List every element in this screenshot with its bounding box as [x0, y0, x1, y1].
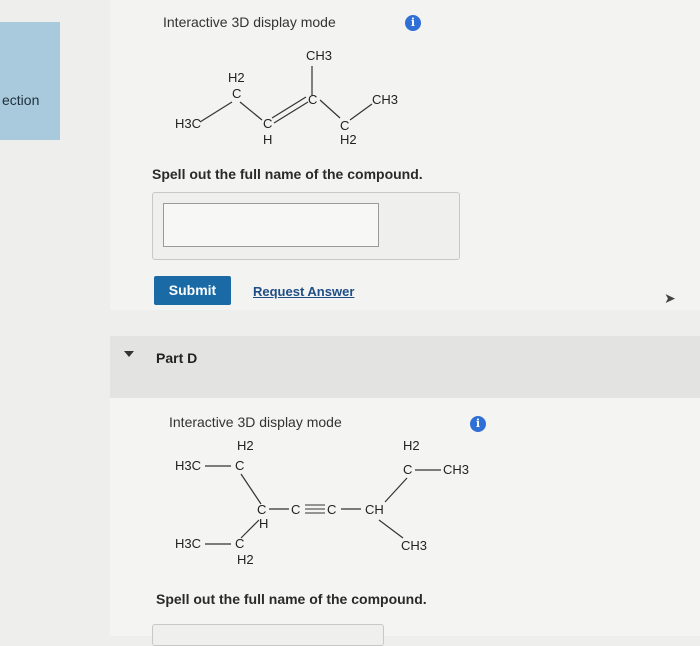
c-bl-label: C: [235, 536, 244, 551]
request-answer-link[interactable]: Request Answer: [253, 284, 354, 299]
triple-c2-label: C: [327, 502, 336, 517]
part-d-title: Part D: [156, 350, 198, 366]
chain-c-label: C: [257, 502, 266, 517]
ch3-br-label: CH3: [401, 538, 427, 553]
question-prompt: Spell out the full name of the compound.: [152, 166, 423, 182]
submit-button[interactable]: Submit: [154, 276, 231, 305]
c-left-label: C: [232, 86, 241, 101]
section-tab-label: ection: [2, 92, 40, 108]
h2-tr-label: H2: [403, 438, 420, 453]
h3c-bl-label: H3C: [175, 536, 201, 551]
ch3-right-label: CH3: [372, 92, 398, 107]
h3c-label: H3C: [175, 116, 201, 131]
c-tr-label: C: [403, 462, 412, 477]
cursor-icon: ➤: [664, 290, 676, 306]
display-mode-label-part-d[interactable]: Interactive 3D display mode: [169, 414, 342, 430]
triple-c-label: C: [291, 502, 300, 517]
chevron-down-icon[interactable]: [124, 351, 134, 357]
structure-diagram-part-d: H2 H3C C C H C C CH H2 C CH3 H3C C H2 CH…: [175, 438, 469, 567]
info-icon[interactable]: i: [405, 15, 421, 31]
c-tl-label: C: [235, 458, 244, 473]
ch3-top-label: CH3: [306, 48, 332, 63]
info-icon-part-d[interactable]: i: [470, 416, 486, 432]
h2-left-label: H2: [228, 70, 245, 85]
answer-container: [152, 192, 460, 260]
c-right-label: C: [308, 92, 317, 107]
section-tab[interactable]: ection: [0, 22, 60, 140]
ch-label: CH: [365, 502, 384, 517]
h3c-tl-label: H3C: [175, 458, 201, 473]
answer-container-part-d[interactable]: [152, 624, 384, 646]
h-chain-label: H: [259, 516, 268, 531]
question-prompt-part-d: Spell out the full name of the compound.: [156, 591, 427, 607]
h2-tl-label: H2: [237, 438, 254, 453]
display-mode-label[interactable]: Interactive 3D display mode: [163, 14, 336, 30]
h2-low-label: H2: [340, 132, 357, 147]
c-low-label: C: [340, 118, 349, 133]
c-mid-label: C: [263, 116, 272, 131]
part-d-header[interactable]: Part D: [110, 336, 700, 398]
h-mid-label: H: [263, 132, 272, 147]
ch3-tr-label: CH3: [443, 462, 469, 477]
answer-input[interactable]: [163, 203, 379, 247]
structure-diagram-part-c: CH3 H2 C H3C C H C C H2 CH3: [175, 48, 398, 147]
h2-bl-label: H2: [237, 552, 254, 567]
